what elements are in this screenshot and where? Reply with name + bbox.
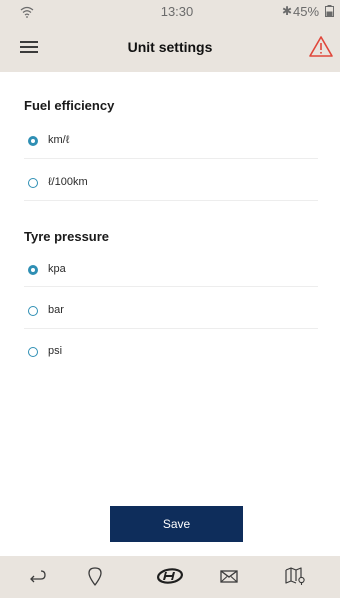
radio-button[interactable] [28,178,38,188]
location-pin-icon[interactable] [80,564,110,590]
battery-percent: 45% [293,4,320,19]
bottom-navigation [0,556,340,598]
option-label: psi [48,345,63,357]
map-icon[interactable] [280,564,310,590]
radio-button-selected[interactable] [28,136,38,146]
tyre-option-bar[interactable]: bar [24,299,318,329]
top-bar: 13:30 ✱ 45% Unit settings [0,0,340,72]
option-label: ℓ/100km [48,176,88,188]
option-label: km/ℓ [48,134,70,146]
option-label: kpa [48,263,66,275]
battery-icon [325,5,334,17]
fuel-option-km-per-l[interactable]: km/ℓ [24,129,318,159]
option-label: bar [48,304,64,316]
tyre-option-kpa[interactable]: kpa [24,258,318,288]
hyundai-logo-icon[interactable] [155,564,185,590]
status-bar: 13:30 ✱ 45% [0,0,340,22]
fuel-efficiency-heading: Fuel efficiency [24,98,115,113]
back-arrow-icon[interactable] [22,564,52,590]
radio-button[interactable] [28,347,38,357]
mail-icon[interactable] [214,564,244,590]
tyre-pressure-heading: Tyre pressure [24,229,110,244]
divider [24,158,318,159]
unit-settings-screen: 13:30 ✱ 45% Unit settings Fuel efficienc… [0,0,340,598]
warning-triangle-icon[interactable] [308,35,334,59]
divider [24,200,318,201]
wifi-icon [20,6,34,18]
page-title: Unit settings [127,39,213,55]
divider [24,328,318,329]
status-time: 13:30 [160,4,194,19]
save-button[interactable]: Save [110,506,243,542]
radio-button-selected[interactable] [28,265,38,275]
bluetooth-icon: ✱ [282,4,293,18]
hamburger-menu-icon[interactable] [18,36,42,58]
app-header: Unit settings [0,22,340,72]
divider [24,286,318,287]
tyre-option-psi[interactable]: psi [24,340,318,370]
fuel-option-l-per-100km[interactable]: ℓ/100km [24,171,318,201]
radio-button[interactable] [28,306,38,316]
